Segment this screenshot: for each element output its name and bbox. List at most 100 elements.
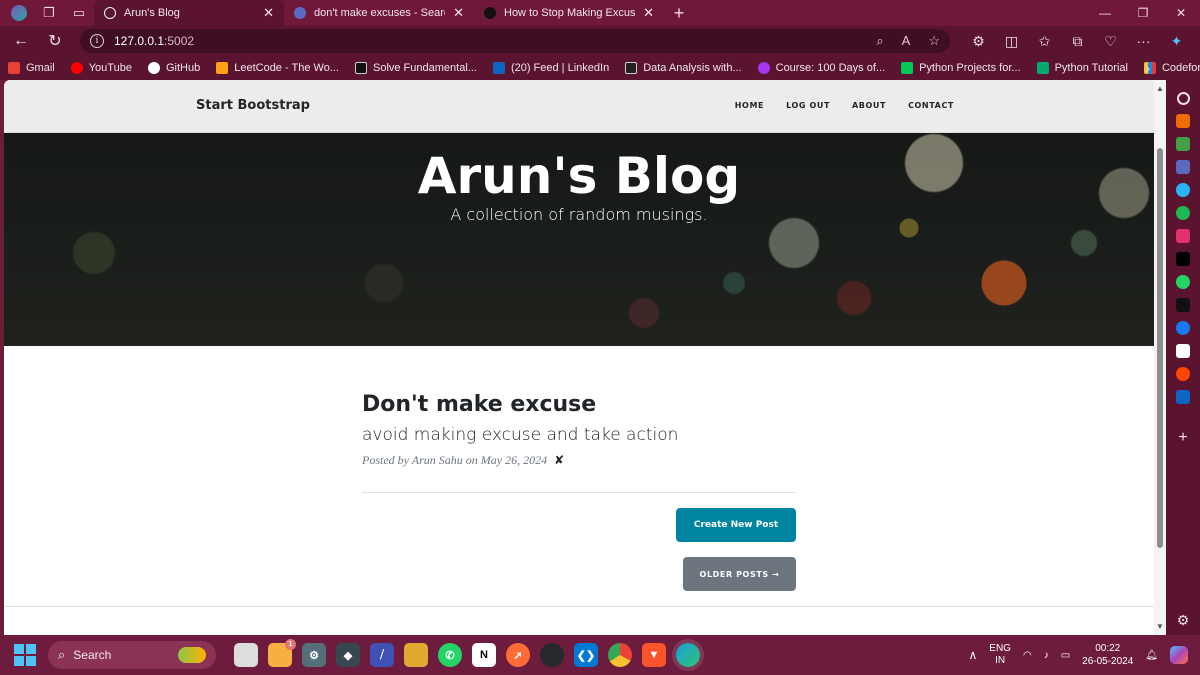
chevron-right-icon[interactable]: › [1145,60,1150,76]
telegram-icon[interactable] [1176,183,1190,197]
tab-title: How to Stop Making Excuses and [504,7,636,19]
bookmark-leetcode[interactable]: LeetCode - The Wo... [216,62,339,74]
settings-icon[interactable]: ⚙ [302,643,326,667]
bookmark-codeforces[interactable]: Codeforces [1143,62,1200,74]
chrome-icon[interactable] [608,643,632,667]
profile-avatar-icon[interactable] [4,0,34,26]
whatsapp-icon[interactable]: ✆ [438,643,462,667]
amazon-icon[interactable] [1176,344,1190,358]
linkedin-sidebar-icon[interactable] [1176,390,1190,404]
vscode-icon[interactable]: ❮❯ [574,643,598,667]
copilot-taskbar-icon[interactable] [1170,646,1188,664]
favorites-icon[interactable]: ✩ [1028,26,1061,56]
tools-icon[interactable] [1176,114,1190,128]
bookmark-data-analysis[interactable]: Data Analysis with... [625,62,742,74]
games-icon[interactable] [1176,137,1190,151]
linkedin-icon [492,62,505,74]
bookmark-linkedin[interactable]: (20) Feed | LinkedIn [492,62,609,74]
extensions-icon[interactable]: ⚙ [962,26,995,56]
copilot-icon[interactable]: ✦ [1160,26,1193,56]
back-icon[interactable]: ← [4,26,38,56]
edge-icon[interactable] [676,643,700,667]
collections-icon[interactable]: ⧉ [1061,26,1094,56]
split-screen-icon[interactable]: ◫ [995,26,1028,56]
workspaces-icon[interactable]: ❐ [34,0,64,26]
tab-article[interactable]: How to Stop Making Excuses and ✕ [474,0,664,26]
post-preview[interactable]: Don't make excuse avoid making excuse an… [362,392,796,468]
scroll-thumb[interactable] [1157,148,1163,548]
tab-actions-icon[interactable]: ▭ [64,0,94,26]
restore-icon[interactable]: ❐ [1124,0,1162,26]
page-scrollbar[interactable]: ▲ ▼ [1154,80,1166,635]
read-aloud-icon[interactable]: A [902,33,911,49]
minimize-icon[interactable]: — [1086,0,1124,26]
bookmark-python-tutorial[interactable]: Python Tutorial [1036,62,1128,74]
bookmark-python-projects[interactable]: Python Projects for... [901,62,1021,74]
masthead-hero: Arun's Blog A collection of random musin… [4,133,1154,346]
clock[interactable]: 00:22 26-05-2024 [1082,642,1133,668]
refresh-icon[interactable]: ↻ [38,26,72,56]
health-icon[interactable]: ♡ [1094,26,1127,56]
notification-bell-icon[interactable]: 🔔︎ [1145,650,1158,661]
favorite-star-icon[interactable]: ☆ [928,33,940,49]
bookmark-hackerrank[interactable]: Solve Fundamental... [354,62,477,74]
address-bar[interactable]: i 127.0.0.1 :5002 ⌕ A ☆ [80,29,950,53]
bookmark-github[interactable]: GitHub [147,62,200,74]
scroll-up-icon[interactable]: ▲ [1156,84,1164,93]
sidebar-settings-icon[interactable]: ⚙ [1177,612,1190,629]
more-menu-icon[interactable]: ··· [1127,26,1160,56]
file-explorer-icon[interactable] [404,643,428,667]
facebook-icon[interactable] [1176,321,1190,335]
tab-arun-blog[interactable]: Arun's Blog ✕ [94,0,284,26]
post-subtitle[interactable]: avoid making excuse and take action [362,425,796,445]
notion-icon[interactable]: N [472,643,496,667]
older-posts-button[interactable]: OLDER POSTS → [683,557,796,591]
taskbar-search[interactable]: ⌕ Search [48,641,216,669]
volume-icon[interactable]: ♪ [1044,650,1049,661]
whatsapp-sidebar-icon[interactable] [1176,275,1190,289]
github-desktop-icon[interactable] [540,643,564,667]
language-indicator[interactable]: ENG IN [989,643,1011,667]
windows-start-icon[interactable] [14,644,36,666]
add-sidebar-app-icon[interactable]: + [1178,429,1187,447]
new-tab-icon[interactable]: + [664,0,694,26]
search-sidebar-icon[interactable] [1176,92,1190,105]
w3schools-icon [1036,62,1049,74]
postman-icon[interactable]: ➚ [506,643,530,667]
bookmark-gmail[interactable]: Gmail [8,62,55,74]
bookmark-youtube[interactable]: YouTube [70,62,132,74]
site-info-icon[interactable]: i [90,34,104,48]
bookmark-udemy[interactable]: Course: 100 Days of... [757,62,885,74]
copilot-app-icon[interactable] [1176,160,1190,174]
instagram-icon[interactable] [1176,229,1190,243]
tray-overflow-icon[interactable]: ∧ [968,648,977,662]
tab-search[interactable]: don't make excuses - Search ✕ [284,0,474,26]
create-new-post-button[interactable]: Create New Post [676,508,796,542]
x-icon[interactable] [1176,252,1190,266]
scroll-down-icon[interactable]: ▼ [1156,622,1164,631]
widgets-icon[interactable]: 1 [268,639,296,667]
post-author[interactable]: Arun Sahu [412,453,463,467]
close-tab-icon[interactable]: ✕ [643,5,654,21]
nav-logout[interactable]: LOG OUT [786,101,830,110]
close-tab-icon[interactable]: ✕ [453,5,464,21]
nav-about[interactable]: ABOUT [852,101,886,110]
close-window-icon[interactable]: ✕ [1162,0,1200,26]
wifi-icon[interactable]: ◠ [1023,650,1032,661]
delete-post-icon[interactable]: ✘ [554,453,564,467]
battery-icon[interactable]: ▭ [1061,650,1070,661]
nav-contact[interactable]: CONTACT [908,101,954,110]
reddit-icon[interactable] [1176,367,1190,381]
zoom-icon[interactable]: ⌕ [876,33,883,49]
close-tab-icon[interactable]: ✕ [263,5,274,21]
nav-home[interactable]: HOME [735,101,764,110]
brave-icon[interactable]: ▼ [642,643,666,667]
tiktok-icon[interactable] [1176,298,1190,312]
post-title[interactable]: Don't make excuse [362,392,796,417]
search-icon: ⌕ [58,647,66,662]
task-view-icon[interactable] [234,643,258,667]
unity-icon[interactable]: ◆ [336,643,360,667]
spotify-icon[interactable] [1176,206,1190,220]
azure-studio-icon[interactable]: ⧸ [370,643,394,667]
navbar-brand[interactable]: Start Bootstrap [196,98,310,113]
